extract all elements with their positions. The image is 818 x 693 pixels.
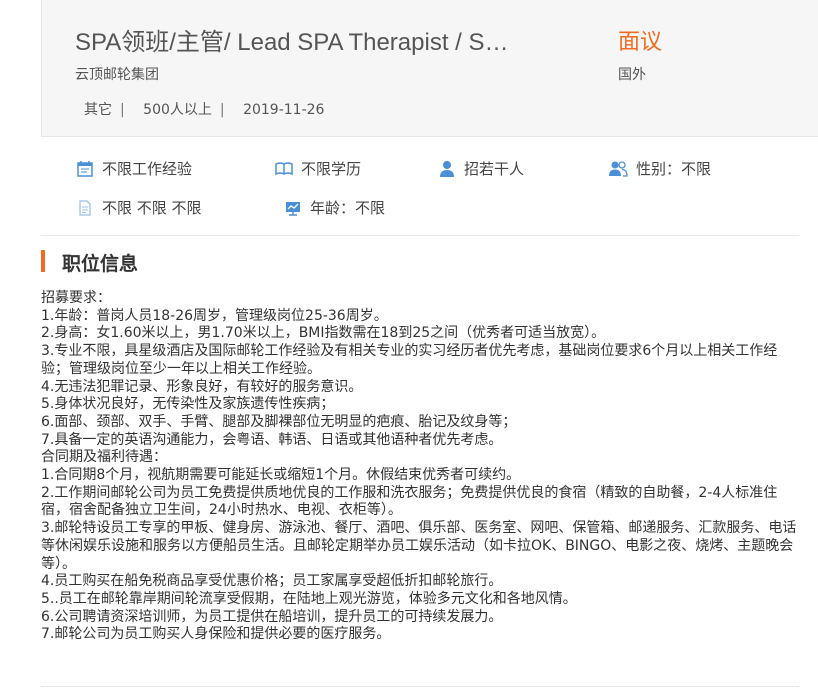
job-meta: 其它 | 500人以上 | 2019-11-26 xyxy=(84,99,328,119)
book-icon xyxy=(275,161,293,175)
desc-line: 4.无违法犯罪记录、形象良好，有较好的服务意识。 xyxy=(41,378,363,395)
attr-other-label: 不限 不限 不限 xyxy=(102,199,202,217)
salary: 面议 xyxy=(618,30,663,55)
attr-gender-label: 性别：不限 xyxy=(636,160,712,178)
job-header: SPA领班/主管/ Lead SPA Therapist / S… 面议 云顶邮… xyxy=(41,0,818,137)
attr-education-label: 不限学历 xyxy=(301,160,362,178)
job-title: SPA领班/主管/ Lead SPA Therapist / S… xyxy=(75,29,509,56)
attr-experience-label: 不限工作经验 xyxy=(102,160,193,178)
desc-line: 3.邮轮特设员工专享的甲板、健身房、游泳池、餐厅、酒吧、俱乐部、医务室、网吧、保… xyxy=(41,520,797,572)
attr-gender: 性别：不限 xyxy=(608,158,711,179)
desc-line: 5..员工在邮轮靠岸期间轮流享受假期，在陆地上观光游览，体验多元文化和各地风情。 xyxy=(41,590,577,607)
attr-other: 不限 不限 不限 xyxy=(76,197,202,218)
desc-line: 6.面部、颈部、双手、手臂、腿部及脚裸部位无明显的疤痕、胎记及纹身等； xyxy=(41,413,517,430)
section-title: 职位信息 xyxy=(62,253,139,275)
attr-headcount: 招若干人 xyxy=(438,158,524,179)
divider xyxy=(41,235,799,236)
desc-line: 4.员工购买在船免税商品享受优惠价格；员工家属享受超低折扣邮轮旅行。 xyxy=(41,573,503,590)
person-icon xyxy=(440,160,454,177)
job-description: 招募要求： 1.年龄：普岗人员18-26周岁，管理级岗位25-36周岁。 2.身… xyxy=(41,290,798,644)
attr-age: 年龄：不限 xyxy=(284,197,385,218)
calendar-icon xyxy=(77,160,93,177)
desc-line: 3.专业不限，具星级酒店及国际邮轮工作经验及有相关专业的实习经历者优先考虑，基础… xyxy=(41,343,778,377)
meta-company-size: 500人以上 xyxy=(143,102,212,118)
attr-age-label: 年龄：不限 xyxy=(310,199,386,217)
meta-industry: 其它 xyxy=(84,102,112,118)
attr-headcount-label: 招若干人 xyxy=(464,160,525,178)
chart-board-icon xyxy=(286,201,300,216)
desc-line: 合同期及福利待遇： xyxy=(41,449,167,466)
meta-separator: | xyxy=(219,102,225,118)
desc-line: 1.年龄：普岗人员18-26周岁，管理级岗位25-36周岁。 xyxy=(41,307,388,324)
desc-line: 6.公司聘请资深培训师，为员工提供在船培训，提升员工的可持续发展力。 xyxy=(41,608,503,625)
company-name[interactable]: 云顶邮轮集团 xyxy=(75,64,159,84)
desc-line: 2.身高：女1.60米以上，男1.70米以上，BMI指数需在18到25之间（优秀… xyxy=(41,325,606,342)
divider xyxy=(41,686,799,687)
attr-experience: 不限工作经验 xyxy=(76,158,192,179)
desc-line: 7.具备一定的英语沟通能力，会粤语、韩语、日语或其他语种者优先考虑。 xyxy=(41,431,503,448)
desc-line: 招募要求： xyxy=(41,290,111,306)
desc-line: 7.邮轮公司为员工购买人身保险和提供必要的医疗服务。 xyxy=(41,626,391,643)
desc-line: 2.工作期间邮轮公司为员工免费提供质地优良的工作服和洗衣服务；免费提供优良的食宿… xyxy=(41,484,778,519)
document-icon xyxy=(79,199,91,216)
section-accent-bar xyxy=(41,250,45,272)
meta-post-date: 2019-11-26 xyxy=(243,102,325,118)
desc-line: 1.合同期8个月，视航期需要可能延长或缩短1个月。休假结束优秀者可续约。 xyxy=(41,467,521,484)
desc-line: 5.身体状况良好，无传染性及家族遗传性疾病； xyxy=(41,396,335,413)
meta-separator: | xyxy=(120,102,125,118)
job-location: 国外 xyxy=(618,67,646,83)
attr-education: 不限学历 xyxy=(275,158,361,179)
users-icon xyxy=(609,160,628,177)
